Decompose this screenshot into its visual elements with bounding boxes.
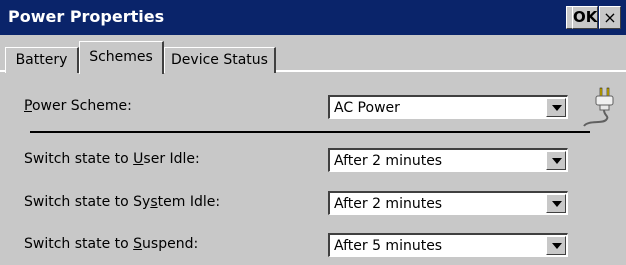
ok-button[interactable]: OK [572, 6, 598, 29]
chevron-down-icon[interactable] [546, 98, 566, 117]
power-scheme-label: Power Scheme: [24, 98, 132, 114]
power-scheme-value: AC Power [334, 100, 400, 116]
suspend-label: Switch state to Suspend: [24, 236, 199, 252]
user-idle-label: Switch state to User Idle: [24, 151, 200, 167]
power-scheme-select[interactable]: AC Power [328, 95, 568, 119]
separator [30, 131, 590, 133]
tab-device-status[interactable]: Device Status [164, 47, 276, 73]
tab-battery[interactable]: Battery [5, 47, 79, 73]
chevron-down-icon[interactable] [546, 194, 566, 213]
power-plug-icon [583, 87, 614, 127]
close-button[interactable]: × [599, 6, 621, 29]
title-bar: Power Properties ? OK × [0, 0, 626, 35]
power-properties-window: Power Properties ? OK × Battery Schemes … [0, 0, 626, 265]
user-idle-select[interactable]: After 2 minutes [328, 148, 568, 172]
chevron-down-icon[interactable] [546, 151, 566, 170]
window-title: Power Properties [8, 7, 165, 26]
system-idle-select[interactable]: After 2 minutes [328, 191, 568, 215]
system-idle-value: After 2 minutes [334, 196, 443, 212]
user-idle-value: After 2 minutes [334, 153, 443, 169]
suspend-select[interactable]: After 5 minutes [328, 233, 568, 257]
tab-schemes[interactable]: Schemes [79, 41, 164, 74]
system-idle-label: Switch state to System Idle: [24, 194, 221, 210]
chevron-down-icon[interactable] [546, 236, 566, 255]
suspend-value: After 5 minutes [334, 238, 443, 254]
